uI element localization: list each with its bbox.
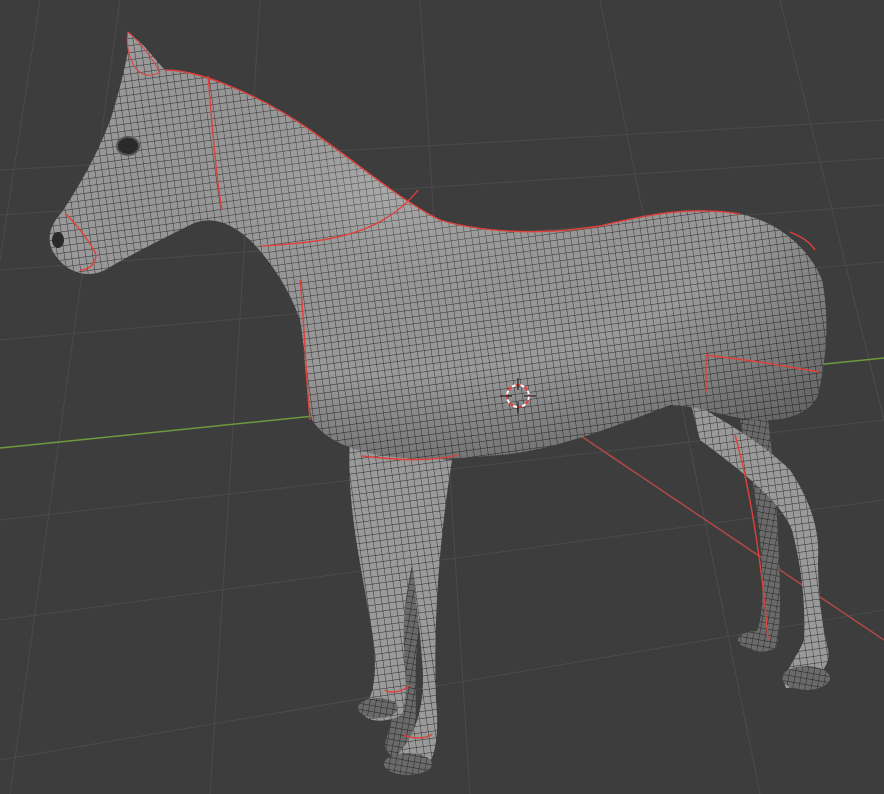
hoof-front-near-2 xyxy=(384,753,432,775)
horse-nostril xyxy=(52,232,64,248)
hoof-hind-near xyxy=(782,666,830,690)
horse-eye xyxy=(116,136,140,156)
hoof-front-near xyxy=(358,698,398,718)
3d-viewport[interactable] xyxy=(0,0,884,794)
horse-mesh[interactable] xyxy=(49,31,830,775)
hoof-hind-far xyxy=(738,631,778,649)
viewport-canvas[interactable] xyxy=(0,0,884,794)
